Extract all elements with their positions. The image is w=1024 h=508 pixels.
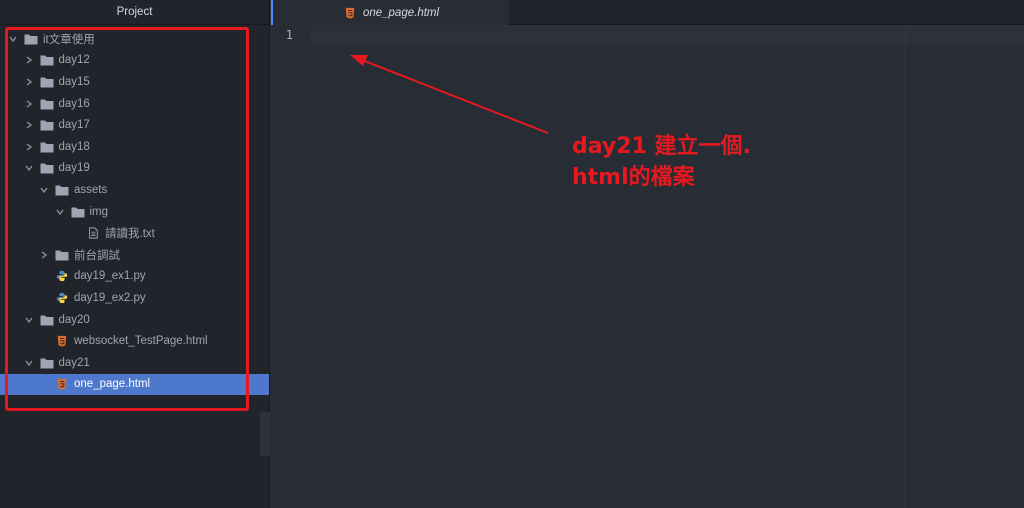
folder-icon [40,53,54,67]
python-icon [55,269,69,283]
tab-label: one_page.html [362,6,440,19]
tree-item-label: day21 [58,356,90,369]
tab-bar: one_page.html [271,0,1024,25]
python-icon [55,291,69,305]
tree-item-label: day19_ex2.py [74,291,146,304]
tree-item-label: day20 [58,313,90,326]
chevron-down-icon[interactable] [8,34,18,44]
tree-folder[interactable]: 前台調試 [0,244,269,266]
tree-item-label: day15 [58,75,90,88]
project-panel-title: Project [0,0,269,25]
annotation-line-2: html的檔案 [572,165,695,190]
folder-icon [55,248,69,262]
chevron-right-icon[interactable] [24,99,34,109]
folder-icon [40,313,54,327]
folder-icon [24,32,38,46]
tree-item-label: it文章使用 [43,33,95,46]
annotation-note: day21 建立一個. html的檔案 [572,131,751,193]
tree-item-label: websocket_TestPage.html [74,335,208,348]
folder-icon [55,183,69,197]
tree-item-label: day17 [58,119,90,132]
tree-folder[interactable]: day17 [0,114,269,136]
file-tree: it文章使用 day12 day15 day16 day17 day18 day19 asse… [0,25,269,396]
tree-file[interactable]: day19_ex2.py [0,287,269,309]
folder-icon [40,97,54,111]
tree-file[interactable]: day19_ex1.py [0,266,269,288]
tree-item-label: day16 [58,97,90,110]
tree-file[interactable]: one_page.html [0,373,269,396]
tree-folder[interactable]: it文章使用 [0,28,269,50]
tree-item-label: img [89,205,109,218]
tree-item-label: 前台調試 [74,249,120,262]
tree-folder[interactable]: assets [0,179,269,201]
project-panel: Project it文章使用 day12 day15 day16 day17 day18 d… [0,0,270,508]
tree-folder[interactable]: day19 [0,158,269,180]
chevron-right-icon[interactable] [24,77,34,87]
tree-item-label: one_page.html [74,378,151,391]
tree-file[interactable]: 請讀我.txt [0,222,269,244]
tab-one-page-html[interactable]: one_page.html [271,0,509,25]
tree-item-label: day18 [58,140,90,153]
line-number: 1 [285,28,293,42]
tree-folder[interactable]: day12 [0,50,269,72]
code-editor[interactable]: 1 [271,25,1024,508]
tree-item-label: day19 [58,162,90,175]
folder-icon [40,118,54,132]
folder-icon [40,161,54,175]
annotation-line-1: day21 建立一個. [572,134,751,159]
tree-folder[interactable]: day16 [0,93,269,115]
tree-folder[interactable]: day20 [0,309,269,331]
folder-icon [40,75,54,89]
folder-icon [40,356,54,370]
chevron-right-icon[interactable] [24,142,34,152]
folder-icon [40,140,54,154]
chevron-right-icon[interactable] [39,250,49,260]
chevron-down-icon[interactable] [24,315,34,325]
tree-item-label: day19_ex1.py [74,270,146,283]
tree-item-label: assets [74,183,108,196]
chevron-down-icon[interactable] [39,185,49,195]
chevron-down-icon[interactable] [55,207,65,217]
text-file-icon [86,226,100,240]
cursor-line-highlight [311,25,1024,45]
tree-folder[interactable]: day15 [0,71,269,93]
tree-file[interactable]: websocket_TestPage.html [0,330,269,352]
tree-folder[interactable]: img [0,201,269,223]
chevron-right-icon[interactable] [24,55,34,65]
folder-icon [71,205,85,219]
wrap-guide [905,25,906,508]
tree-folder[interactable]: day21 [0,352,269,374]
chevron-down-icon[interactable] [24,358,34,368]
html5-icon [55,334,69,348]
html5-icon [343,6,357,20]
html5-icon [55,377,69,391]
chevron-down-icon[interactable] [24,163,34,173]
tree-item-label: 請讀我.txt [105,228,155,241]
tree-item-label: day12 [58,54,90,67]
tree-folder[interactable]: day18 [0,136,269,158]
chevron-right-icon[interactable] [24,120,34,130]
